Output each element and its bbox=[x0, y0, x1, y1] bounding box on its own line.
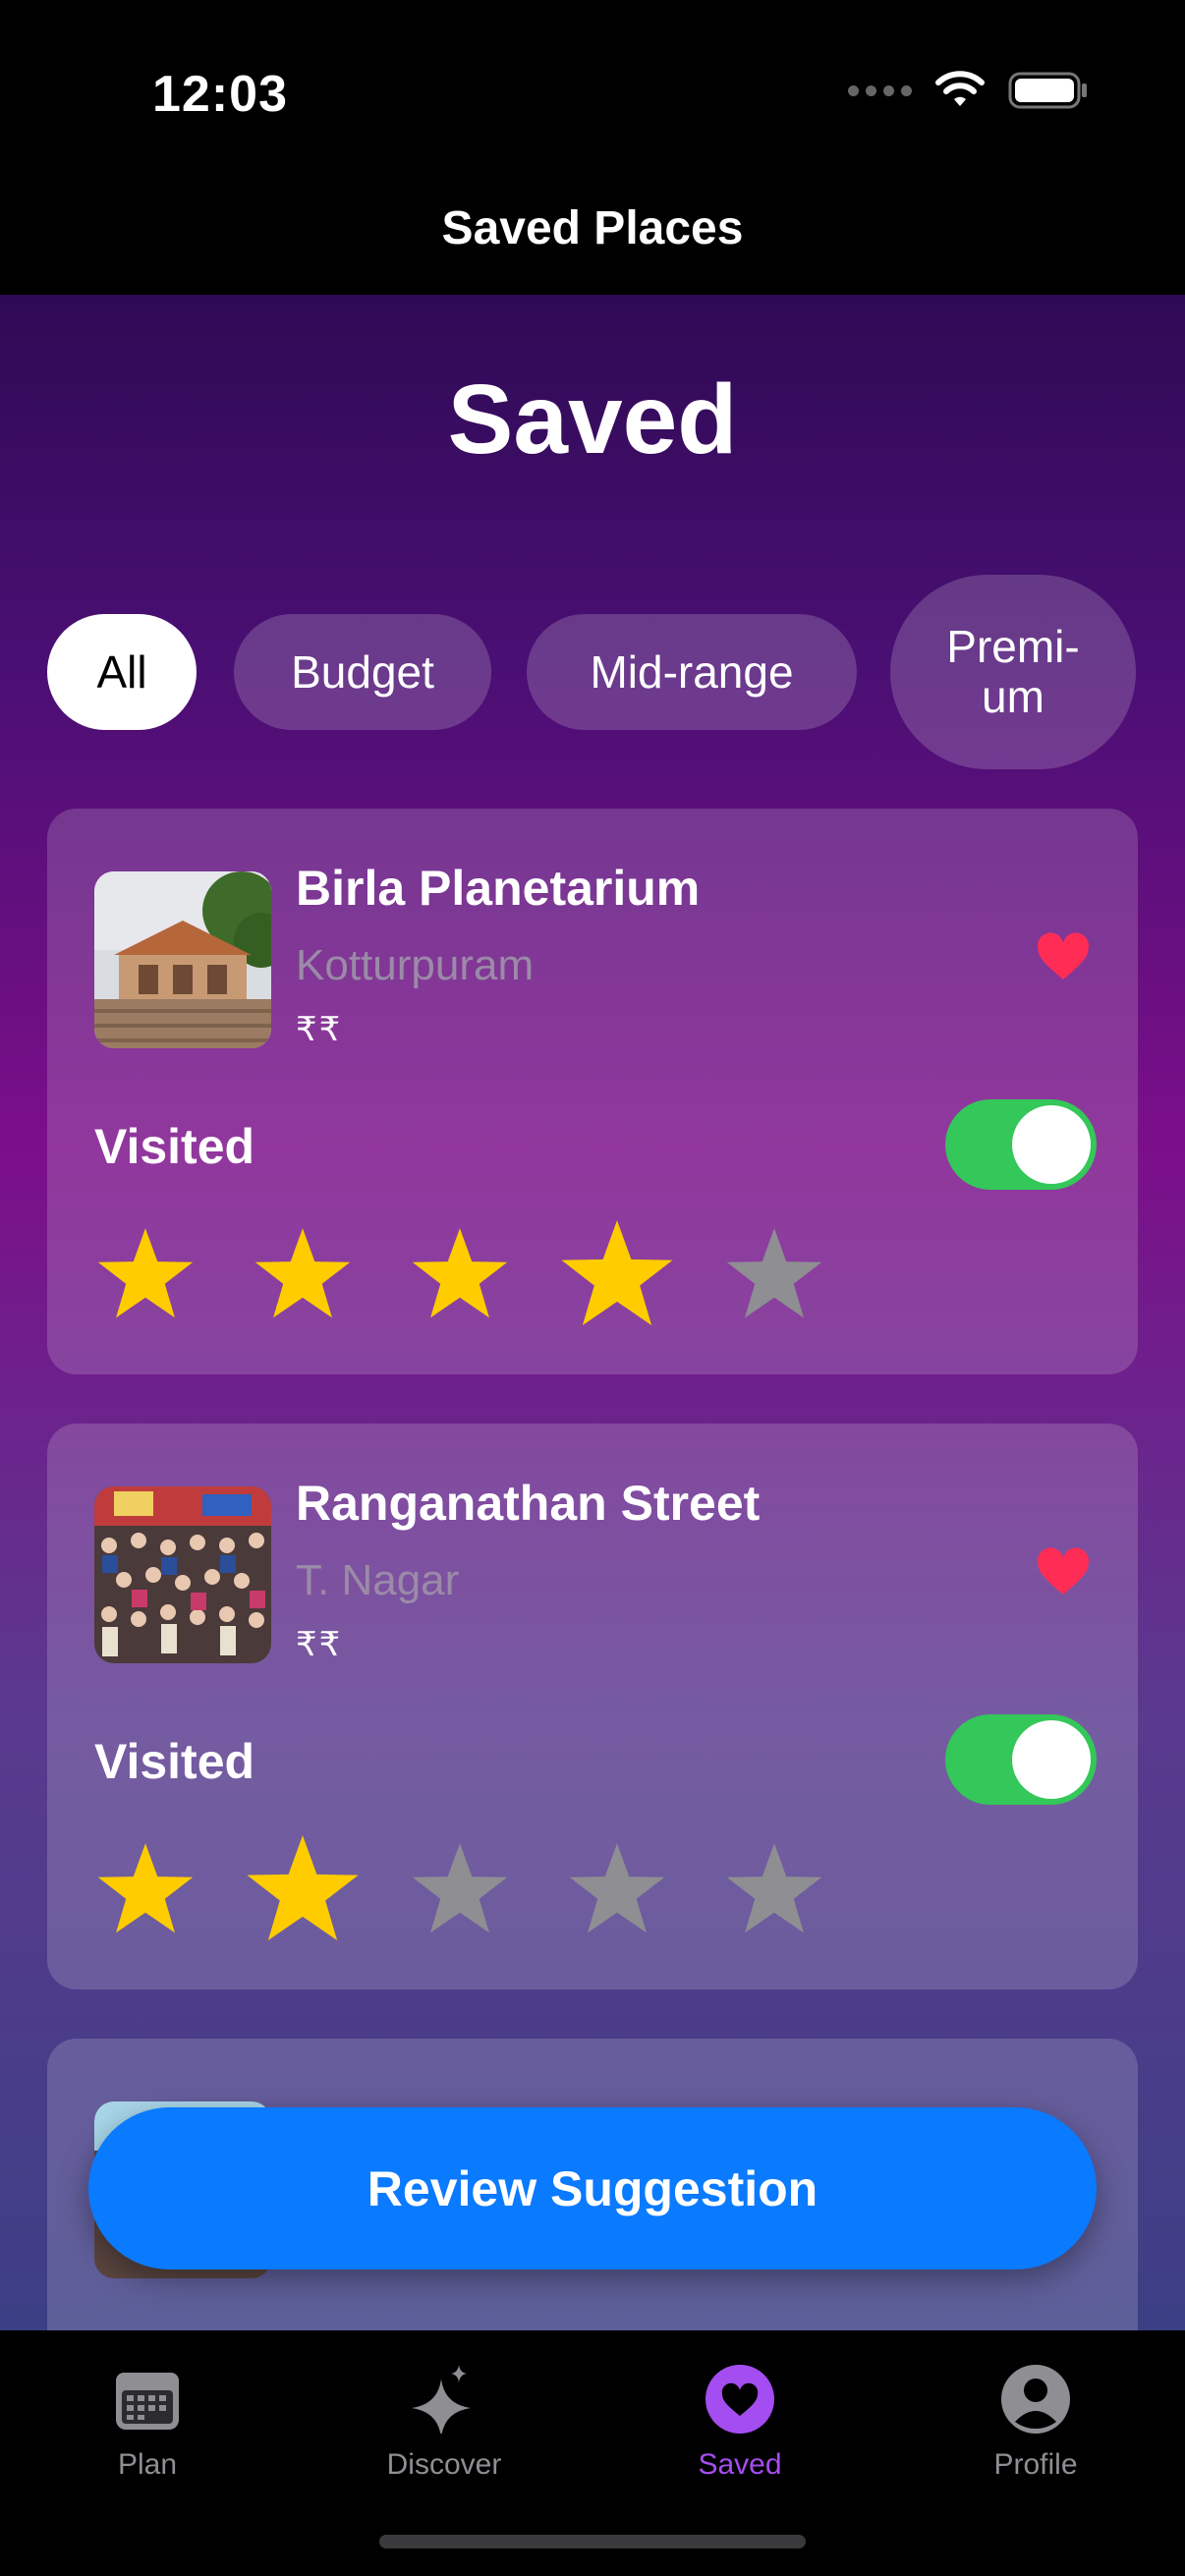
toggle-knob bbox=[1012, 1720, 1091, 1799]
wifi-icon bbox=[935, 71, 985, 106]
star-empty-icon[interactable] bbox=[723, 1838, 825, 1940]
price-level: ₹₹ bbox=[296, 1011, 343, 1048]
place-card[interactable]: Ranganathan Street T. Nagar ₹₹ Visited bbox=[47, 1424, 1138, 1989]
filter-budget-chip[interactable]: Budget bbox=[234, 614, 491, 730]
place-thumbnail bbox=[94, 871, 271, 1048]
price-level: ₹₹ bbox=[296, 1626, 343, 1663]
star-rating[interactable] bbox=[94, 1828, 880, 1956]
tab-discover[interactable]: Discover bbox=[346, 2350, 542, 2488]
star-filled-icon[interactable] bbox=[252, 1223, 354, 1325]
place-area: T. Nagar bbox=[296, 1556, 460, 1604]
star-filled-icon[interactable] bbox=[94, 1223, 197, 1325]
person-icon bbox=[1001, 2365, 1070, 2434]
signal-icon bbox=[848, 84, 912, 96]
filter-all-chip[interactable]: All bbox=[47, 614, 197, 730]
star-empty-icon[interactable] bbox=[566, 1838, 668, 1940]
star-empty-icon[interactable] bbox=[409, 1838, 511, 1940]
star-rating[interactable] bbox=[94, 1213, 880, 1341]
page-heading: Saved bbox=[447, 364, 738, 475]
favorite-heart-icon[interactable] bbox=[1036, 931, 1091, 986]
tab-profile[interactable]: Profile bbox=[937, 2350, 1134, 2488]
status-icons bbox=[848, 71, 1089, 110]
navigation-title: Saved Places bbox=[441, 202, 744, 254]
filter-premium-chip[interactable]: Premi- um bbox=[890, 575, 1136, 769]
visited-toggle[interactable] bbox=[945, 1099, 1097, 1190]
tab-plan[interactable]: Plan bbox=[49, 2350, 246, 2488]
place-name: Birla Planetarium bbox=[296, 861, 701, 916]
sparkles-icon bbox=[412, 2365, 471, 2434]
favorite-heart-icon[interactable] bbox=[1036, 1546, 1091, 1601]
visited-label: Visited bbox=[94, 1119, 255, 1174]
star-empty-icon[interactable] bbox=[723, 1223, 825, 1325]
heart-icon bbox=[705, 2365, 774, 2434]
visited-label: Visited bbox=[94, 1734, 255, 1789]
place-card[interactable]: Birla Planetarium Kotturpuram ₹₹ Visited bbox=[47, 809, 1138, 1374]
place-thumbnail bbox=[94, 1486, 271, 1663]
visited-toggle[interactable] bbox=[945, 1714, 1097, 1805]
filter-chips: All Budget Mid-range Premi- um bbox=[47, 575, 1138, 771]
tab-label: Plan bbox=[117, 2448, 178, 2481]
star-filled-icon[interactable] bbox=[94, 1838, 197, 1940]
home-indicator bbox=[379, 2535, 806, 2548]
star-filled-icon[interactable] bbox=[409, 1223, 511, 1325]
star-filled-icon[interactable] bbox=[557, 1214, 677, 1334]
tab-label: Saved bbox=[698, 2448, 782, 2481]
tab-saved[interactable]: Saved bbox=[642, 2350, 838, 2488]
tab-label: Discover bbox=[386, 2448, 502, 2481]
saved-content[interactable]: Saved All Budget Mid-range Premi- um Bir… bbox=[0, 295, 1185, 2330]
review-suggestion-button[interactable]: Review Suggestion bbox=[88, 2107, 1097, 2269]
filter-midrange-chip[interactable]: Mid-range bbox=[527, 614, 857, 730]
battery-icon bbox=[1008, 72, 1087, 109]
star-filled-icon[interactable] bbox=[243, 1829, 363, 1949]
place-name: Ranganathan Street bbox=[296, 1476, 761, 1531]
tab-label: Profile bbox=[993, 2448, 1078, 2481]
calendar-icon bbox=[116, 2373, 179, 2430]
place-area: Kotturpuram bbox=[296, 941, 535, 989]
toggle-knob bbox=[1012, 1105, 1091, 1184]
status-time: 12:03 bbox=[152, 66, 288, 123]
